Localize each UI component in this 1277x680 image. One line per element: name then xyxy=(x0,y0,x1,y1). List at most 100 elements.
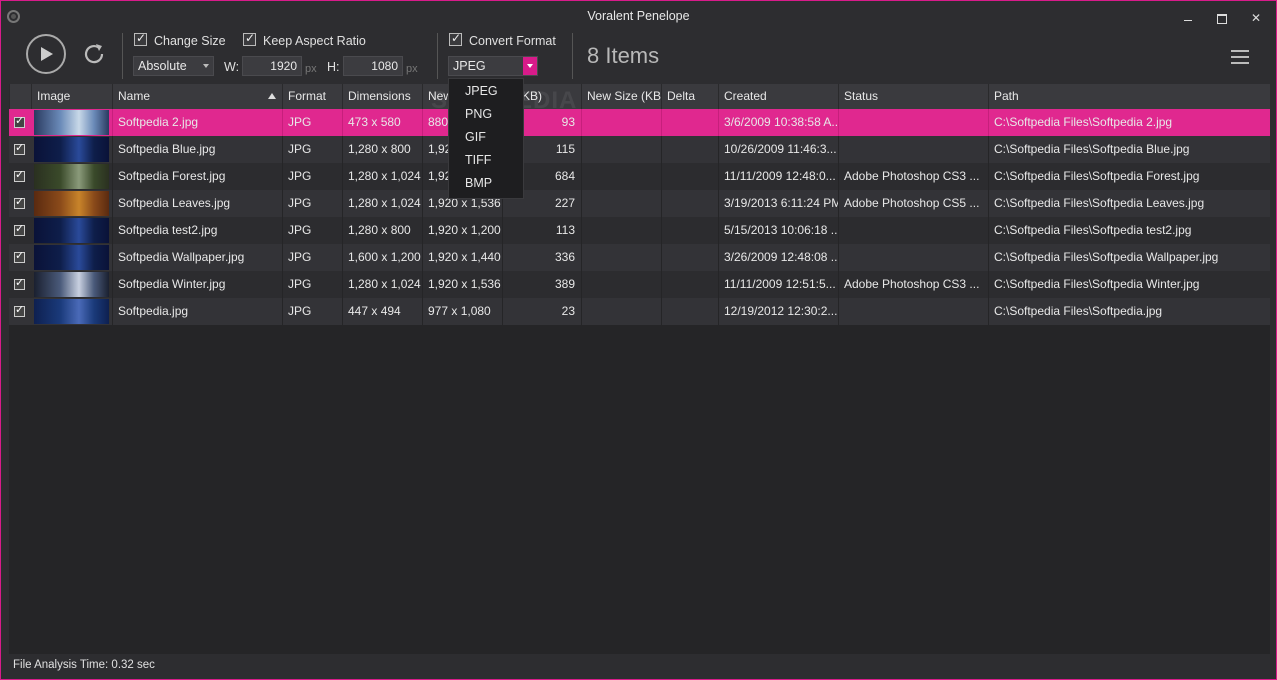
format-value: JPEG xyxy=(453,59,486,73)
cell-dim: 1,280 x 1,024 xyxy=(342,190,422,217)
play-icon xyxy=(41,47,53,61)
cell-format: JPG xyxy=(282,271,342,298)
cell-format: JPG xyxy=(282,298,342,325)
column-header[interactable]: Status xyxy=(838,84,988,109)
header-checkbox-column xyxy=(9,84,31,109)
cell-format: JPG xyxy=(282,163,342,190)
analysis-time: File Analysis Time: 0.32 sec xyxy=(13,659,155,671)
cell-created: 12/19/2012 12:30:2... xyxy=(718,298,838,325)
image-thumbnail xyxy=(34,245,109,270)
cell-new-size xyxy=(581,271,661,298)
sort-ascending-icon xyxy=(268,93,276,99)
cell-format: JPG xyxy=(282,190,342,217)
row-checkbox[interactable] xyxy=(14,276,25,290)
column-header[interactable]: Name xyxy=(112,84,282,109)
column-header[interactable]: Image xyxy=(31,84,112,109)
minimize-button[interactable] xyxy=(1181,11,1195,25)
app-window: Voralent Penelope ✕ Change Size Keep Asp… xyxy=(0,0,1277,680)
column-header[interactable]: Format xyxy=(282,84,342,109)
cell-created: 3/26/2009 12:48:08 ... xyxy=(718,244,838,271)
table-row[interactable]: Softpedia 2.jpgJPG473 x 580880933/6/2009… xyxy=(9,109,1270,136)
column-header[interactable]: Dimensions xyxy=(342,84,422,109)
image-thumbnail xyxy=(34,272,109,297)
cell-newdim: 1,920 x 1,200 xyxy=(422,217,502,244)
menu-button[interactable] xyxy=(1231,50,1249,64)
cell-created: 11/11/2009 12:51:5... xyxy=(718,271,838,298)
size-mode-value: Absolute xyxy=(138,59,187,73)
cell-delta xyxy=(661,109,718,136)
cell-new-size xyxy=(581,163,661,190)
column-header[interactable]: Path xyxy=(988,84,1270,109)
cell-format: JPG xyxy=(282,217,342,244)
cell-dim: 447 x 494 xyxy=(342,298,422,325)
cell-newdim: 977 x 1,080 xyxy=(422,298,502,325)
cell-status: Adobe Photoshop CS3 ... xyxy=(838,163,988,190)
size-mode-select[interactable]: Absolute xyxy=(133,56,214,76)
column-header[interactable]: New Size (KB) xyxy=(581,84,661,109)
table-row[interactable]: Softpedia Winter.jpgJPG1,280 x 1,0241,92… xyxy=(9,271,1270,298)
table-row[interactable]: Softpedia Forest.jpgJPG1,280 x 1,0241,92… xyxy=(9,163,1270,190)
row-checkbox[interactable] xyxy=(14,303,25,317)
title-bar: Voralent Penelope ✕ xyxy=(1,1,1276,31)
column-header[interactable]: Created xyxy=(718,84,838,109)
chevron-down-icon xyxy=(523,57,537,75)
row-checkbox[interactable] xyxy=(14,141,25,155)
width-input[interactable]: 1920 xyxy=(242,56,302,76)
row-checkbox[interactable] xyxy=(14,249,25,263)
close-button[interactable]: ✕ xyxy=(1249,11,1263,25)
cell-new-size xyxy=(581,217,661,244)
cell-newdim: 1,920 x 1,440 xyxy=(422,244,502,271)
cell-path: C:\Softpedia Files\Softpedia Leaves.jpg xyxy=(988,190,1270,217)
cell-status xyxy=(838,217,988,244)
format-option[interactable]: JPEG xyxy=(465,84,498,98)
cell-dim: 1,600 x 1,200 xyxy=(342,244,422,271)
maximize-button[interactable] xyxy=(1214,11,1228,25)
cell-name: Softpedia test2.jpg xyxy=(112,217,282,244)
cell-name: Softpedia Forest.jpg xyxy=(112,163,282,190)
cell-created: 10/26/2009 11:46:3... xyxy=(718,136,838,163)
window-title: Voralent Penelope xyxy=(587,9,690,23)
row-checkbox[interactable] xyxy=(14,168,25,182)
table-row[interactable]: Softpedia Blue.jpgJPG1,280 x 8001,920115… xyxy=(9,136,1270,163)
image-thumbnail xyxy=(34,218,109,243)
cell-name: Softpedia Winter.jpg xyxy=(112,271,282,298)
cell-delta xyxy=(661,190,718,217)
table-row[interactable]: Softpedia Leaves.jpgJPG1,280 x 1,0241,92… xyxy=(9,190,1270,217)
width-label: W: xyxy=(224,60,240,74)
cell-format: JPG xyxy=(282,136,342,163)
cell-dim: 1,280 x 800 xyxy=(342,136,422,163)
cell-new-size xyxy=(581,244,661,271)
cell-size: 389 xyxy=(502,271,581,298)
cell-name: Softpedia 2.jpg xyxy=(112,109,282,136)
height-input[interactable]: 1080 xyxy=(343,56,403,76)
row-checkbox[interactable] xyxy=(14,114,25,128)
row-checkbox[interactable] xyxy=(14,195,25,209)
table-row[interactable]: Softpedia Wallpaper.jpgJPG1,600 x 1,2001… xyxy=(9,244,1270,271)
cell-delta xyxy=(661,217,718,244)
cell-created: 3/19/2013 6:11:24 PM xyxy=(718,190,838,217)
row-checkbox[interactable] xyxy=(14,222,25,236)
format-option[interactable]: GIF xyxy=(465,130,486,144)
refresh-button[interactable] xyxy=(81,41,107,67)
cell-path: C:\Softpedia Files\Softpedia Blue.jpg xyxy=(988,136,1270,163)
cell-dim: 1,280 x 800 xyxy=(342,217,422,244)
cell-dim: 1,280 x 1,024 xyxy=(342,271,422,298)
image-thumbnail xyxy=(34,164,109,189)
table-row[interactable]: Softpedia.jpgJPG447 x 494977 x 1,08023 12… xyxy=(9,298,1270,325)
format-option[interactable]: TIFF xyxy=(465,153,491,167)
toolbar-separator xyxy=(122,33,123,79)
image-thumbnail xyxy=(34,191,109,216)
cell-name: Softpedia Leaves.jpg xyxy=(112,190,282,217)
cell-newdim: 1,920 x 1,536 xyxy=(422,271,502,298)
format-option[interactable]: PNG xyxy=(465,107,492,121)
table-row[interactable]: Softpedia test2.jpgJPG1,280 x 8001,920 x… xyxy=(9,217,1270,244)
column-header[interactable]: Delta xyxy=(661,84,718,109)
format-option[interactable]: BMP xyxy=(465,176,492,190)
change-size-checkbox[interactable] xyxy=(134,31,147,46)
cell-created: 5/15/2013 10:06:18 ... xyxy=(718,217,838,244)
cell-delta xyxy=(661,244,718,271)
format-select[interactable]: JPEG xyxy=(448,56,538,76)
start-button[interactable] xyxy=(26,34,66,74)
convert-format-checkbox[interactable] xyxy=(449,31,462,46)
keep-aspect-checkbox[interactable] xyxy=(243,31,256,46)
